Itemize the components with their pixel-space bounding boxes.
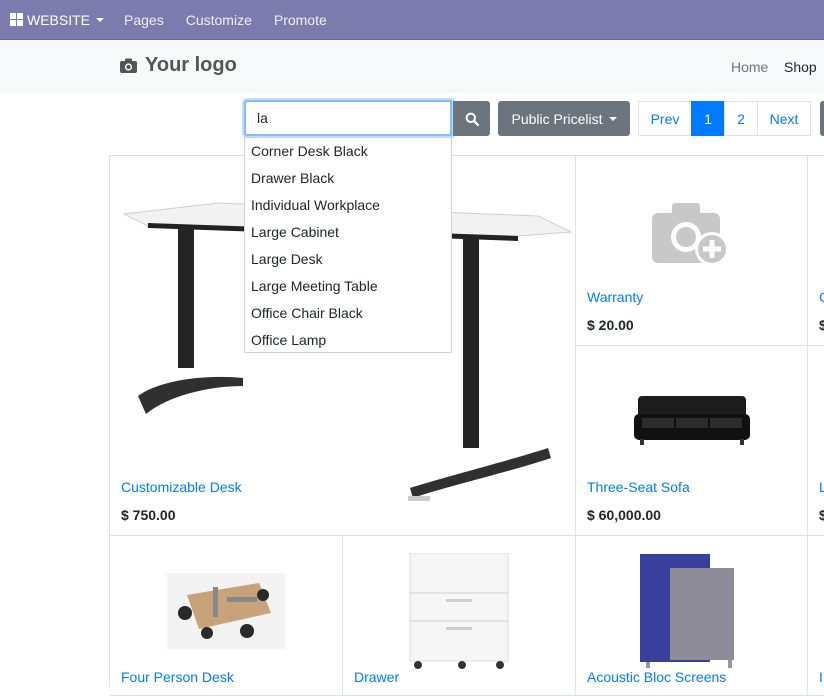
pager-page-2[interactable]: 2 [724, 101, 758, 136]
pager-page-1[interactable]: 1 [691, 101, 725, 136]
product-card[interactable]: Four Person Desk [110, 536, 343, 696]
caret-down-icon [96, 17, 105, 22]
nav-shop[interactable]: Shop [784, 59, 817, 75]
apps-grid-icon [10, 13, 23, 26]
suggestion-item[interactable]: Large Meeting Table [245, 273, 451, 300]
menu-promote[interactable]: Promote [274, 12, 327, 28]
search-icon [465, 112, 479, 126]
product-name[interactable]: Four Person Desk [121, 669, 234, 685]
site-header: Your logo Home Shop [0, 40, 824, 93]
image-placeholder-icon [652, 203, 729, 266]
logo-text: Your logo [145, 54, 237, 76]
product-card[interactable]: Warranty $ 20.00 [576, 156, 808, 346]
website-menu[interactable]: WEBSITE [10, 11, 105, 28]
product-name[interactable]: Acoustic Bloc Screens [587, 669, 726, 685]
acoustic-screens-image [640, 554, 734, 668]
suggestion-item[interactable]: Large Desk [245, 246, 451, 273]
product-name[interactable]: L [819, 479, 824, 495]
product-price: $ [819, 317, 824, 333]
camera-icon [120, 58, 137, 73]
offscreen-button[interactable] [820, 101, 824, 136]
product-name[interactable]: Drawer [354, 669, 399, 685]
drawer-image [409, 553, 509, 669]
caret-down-icon [608, 116, 617, 121]
menu-pages[interactable]: Pages [124, 12, 164, 28]
product-name[interactable]: C [819, 289, 824, 305]
menu-customize[interactable]: Customize [186, 12, 252, 28]
product-price: $ 60,000.00 [587, 507, 661, 523]
four-person-desk-image [167, 573, 285, 649]
product-card-partial[interactable]: L $ [808, 346, 824, 536]
search-autocomplete: Corner Desk Black Drawer Black Individua… [244, 137, 452, 353]
product-card[interactable]: Acoustic Bloc Screens [576, 536, 808, 696]
product-search-input[interactable] [244, 100, 452, 136]
product-name[interactable]: Warranty [587, 289, 643, 305]
pager-prev[interactable]: Prev [638, 101, 692, 136]
admin-bar: WEBSITE Pages Customize Promote [0, 0, 824, 40]
search-button[interactable] [453, 101, 490, 136]
suggestion-item[interactable]: Office Lamp [245, 327, 451, 354]
product-name[interactable]: Three-Seat Sofa [587, 479, 690, 495]
suggestion-item[interactable]: Drawer Black [245, 165, 451, 192]
product-name[interactable]: Customizable Desk [121, 479, 242, 495]
pricelist-label: Public Pricelist [511, 110, 603, 127]
product-card[interactable]: Three-Seat Sofa $ 60,000.00 [576, 346, 808, 536]
suggestion-item[interactable]: Large Cabinet [245, 219, 451, 246]
suggestion-item[interactable]: Corner Desk Black [245, 138, 451, 165]
product-card-partial[interactable]: I [808, 536, 824, 696]
product-price: $ 20.00 [587, 317, 634, 333]
site-logo[interactable]: Your logo [119, 54, 237, 77]
website-menu-label: WEBSITE [27, 11, 91, 28]
product-grid: Customizable Desk $ 750.00 Warranty $ 20… [109, 155, 824, 696]
suggestion-item[interactable]: Individual Workplace [245, 192, 451, 219]
sofa-image [634, 396, 750, 445]
pager: Prev 1 2 Next [638, 101, 811, 136]
product-price: $ 750.00 [121, 507, 176, 523]
pricelist-dropdown[interactable]: Public Pricelist [498, 101, 630, 136]
pager-next[interactable]: Next [757, 101, 811, 136]
nav-home[interactable]: Home [731, 59, 768, 75]
suggestion-item[interactable]: Office Chair Black [245, 300, 451, 327]
product-card[interactable]: Drawer [343, 536, 576, 696]
product-name[interactable]: I [819, 669, 823, 685]
product-card-partial[interactable]: C $ [808, 156, 824, 346]
product-price: $ [819, 507, 824, 523]
